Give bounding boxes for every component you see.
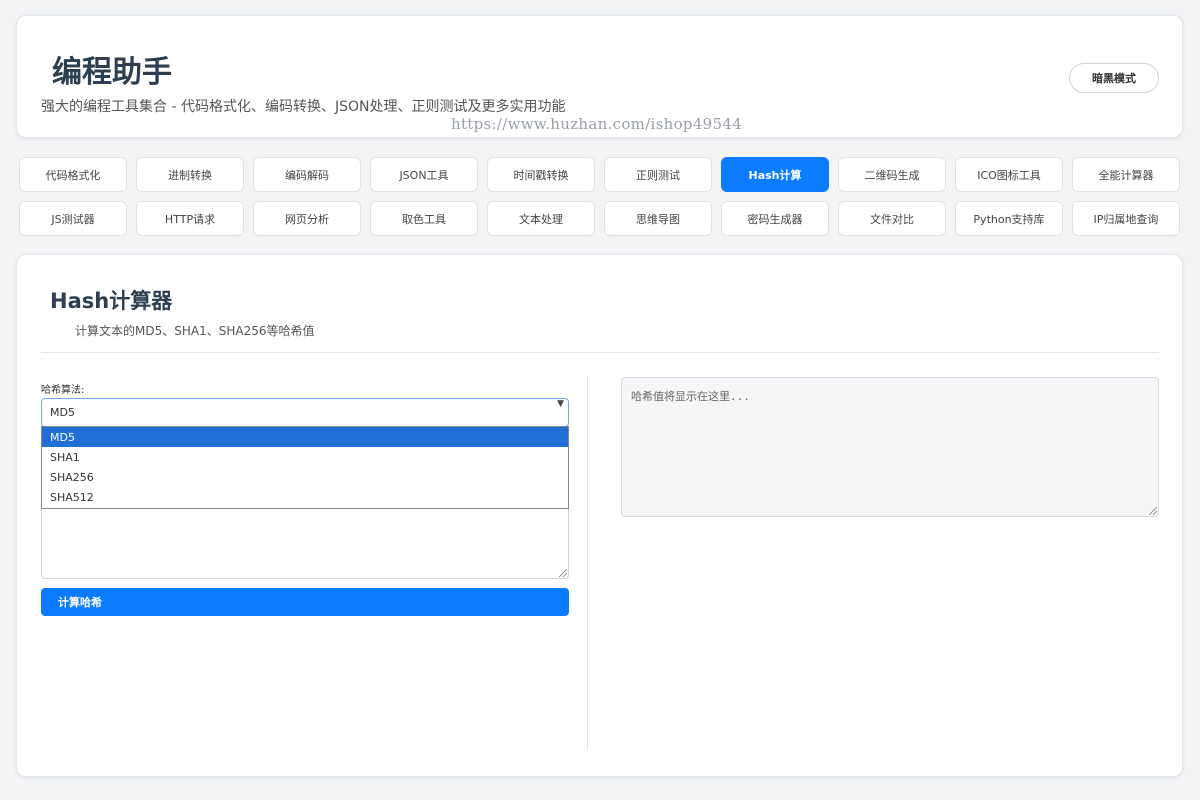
app-title: 编程助手 [52,55,172,90]
tab-2-8[interactable]: 文件对比 [838,201,946,236]
algorithm-select-value: MD5 [50,406,75,419]
tab-2-4[interactable]: 取色工具 [370,201,478,236]
algorithm-dropdown-list: MD5 SHA1 SHA256 SHA512 [41,426,569,509]
tab-1-10[interactable]: 全能计算器 [1072,157,1180,192]
tab-1-5[interactable]: 时间戳转换 [487,157,595,192]
tab-2-6[interactable]: 思维导图 [604,201,712,236]
algorithm-option[interactable]: SHA256 [42,467,568,487]
resize-handle-icon[interactable] [1149,507,1157,515]
algorithm-select[interactable]: MD5 ▼ [41,398,569,427]
algorithm-option[interactable]: SHA512 [42,487,568,507]
tab-2-7[interactable]: 密码生成器 [721,201,829,236]
divider [41,352,1159,353]
tab-1-4[interactable]: JSON工具 [370,157,478,192]
app-subtitle: 强大的编程工具集合 - 代码格式化、编码转换、JSON处理、正则测试及更多实用功… [41,99,566,115]
tab-1-3[interactable]: 编码解码 [253,157,361,192]
dark-mode-button[interactable]: 暗黑模式 [1069,63,1159,93]
hash-tool-panel: Hash计算器 计算文本的MD5、SHA1、SHA256等哈希值 哈希算法: M… [16,254,1183,777]
tab-1-8[interactable]: 二维码生成 [838,157,946,192]
tab-2-5[interactable]: 文本处理 [487,201,595,236]
tab-2-9[interactable]: Python支持库 [955,201,1063,236]
output-placeholder: 哈希值将显示在这里... [631,390,750,403]
header-card: 编程助手 强大的编程工具集合 - 代码格式化、编码转换、JSON处理、正则测试及… [16,15,1183,138]
hash-output[interactable]: 哈希值将显示在这里... [621,377,1159,517]
tab-2-1[interactable]: JS测试器 [19,201,127,236]
algorithm-label: 哈希算法: [41,385,85,396]
tab-1-7[interactable]: Hash计算 [721,157,829,192]
algorithm-option[interactable]: SHA1 [42,447,568,467]
tab-1-6[interactable]: 正则测试 [604,157,712,192]
tab-1-2[interactable]: 进制转换 [136,157,244,192]
dropdown-arrow-icon: ▼ [557,399,564,409]
tab-1-1[interactable]: 代码格式化 [19,157,127,192]
column-divider [587,377,588,750]
compute-hash-button[interactable]: 计算哈希 [41,588,569,616]
tab-2-3[interactable]: 网页分析 [253,201,361,236]
algorithm-option[interactable]: MD5 [42,427,568,447]
resize-handle-icon[interactable] [559,569,567,577]
tab-2-10[interactable]: IP归属地查询 [1072,201,1180,236]
tool-description: 计算文本的MD5、SHA1、SHA256等哈希值 [75,324,315,338]
tool-title: Hash计算器 [50,289,173,313]
watermark-url: https://www.huzhan.com/ishop49544 [451,115,743,133]
tab-2-2[interactable]: HTTP请求 [136,201,244,236]
tab-1-9[interactable]: ICO图标工具 [955,157,1063,192]
